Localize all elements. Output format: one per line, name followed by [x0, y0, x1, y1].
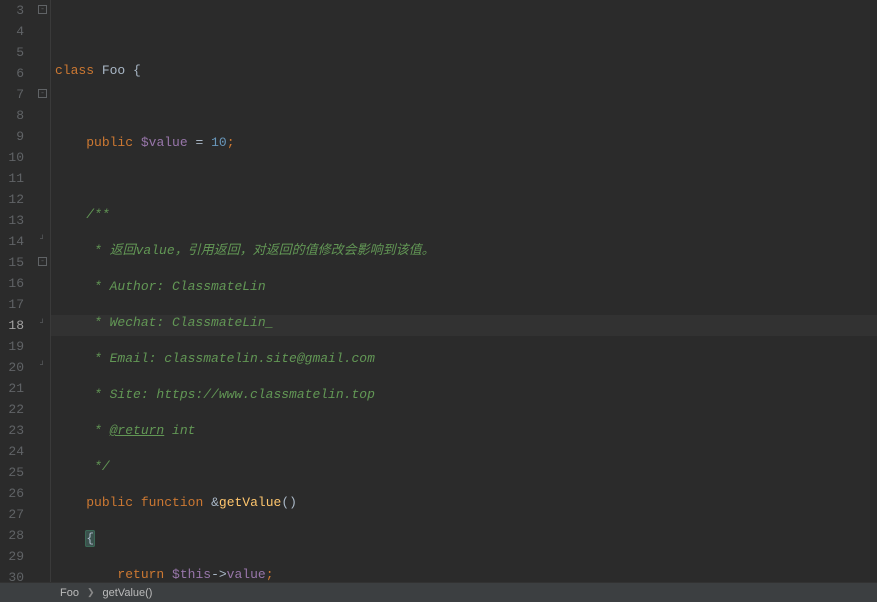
code-line: [55, 96, 877, 117]
code-line: public $value = 10;: [55, 132, 877, 153]
code-line: */: [55, 456, 877, 477]
code-line: * 返回value，引用返回，对返回的值修改会影响到该值。: [55, 240, 877, 261]
fold-end-icon[interactable]: ┘: [38, 362, 47, 371]
line-number: 3: [0, 0, 28, 21]
code-area[interactable]: class Foo { public $value = 10; /** * 返回…: [50, 0, 877, 582]
code-line: /**: [55, 204, 877, 225]
line-number: 17: [0, 294, 28, 315]
code-line: return $this->value;: [55, 564, 877, 585]
fold-gutter: - - ┘ - ┘ ┘: [36, 0, 50, 582]
line-number: 4: [0, 21, 28, 42]
line-number: 9: [0, 126, 28, 147]
line-number: 29: [0, 546, 28, 567]
line-number: 20: [0, 357, 28, 378]
fold-end-icon[interactable]: ┘: [38, 236, 47, 245]
line-number: 24: [0, 441, 28, 462]
code-line: public function &getValue(): [55, 492, 877, 513]
fold-toggle-icon[interactable]: -: [38, 257, 47, 266]
line-number: 16: [0, 273, 28, 294]
code-line: * @return int: [55, 420, 877, 441]
code-line: {: [55, 528, 877, 549]
line-number: 26: [0, 483, 28, 504]
line-number-current: 18: [0, 315, 28, 336]
line-number: 23: [0, 420, 28, 441]
line-number: 8: [0, 105, 28, 126]
line-number: 11: [0, 168, 28, 189]
line-number-gutter: 3 4 5 6 7 8 9 10 11 12 13 14 15 16 17 18…: [0, 0, 36, 582]
code-editor[interactable]: 3 4 5 6 7 8 9 10 11 12 13 14 15 16 17 18…: [0, 0, 877, 582]
code-line: * Wechat: ClassmateLin_: [55, 312, 877, 333]
matching-brace: {: [85, 530, 95, 547]
line-number: 15: [0, 252, 28, 273]
code-line: * Author: ClassmateLin: [55, 276, 877, 297]
code-line: * Site: https://www.classmatelin.top: [55, 384, 877, 405]
fold-toggle-icon[interactable]: -: [38, 89, 47, 98]
fold-end-icon[interactable]: ┘: [38, 320, 47, 329]
line-number: 22: [0, 399, 28, 420]
code-line: class Foo {: [55, 60, 877, 81]
line-number: 10: [0, 147, 28, 168]
line-number: 25: [0, 462, 28, 483]
line-number: 12: [0, 189, 28, 210]
code-line: * Email: classmatelin.site@gmail.com: [55, 348, 877, 369]
line-number: 13: [0, 210, 28, 231]
line-number: 14: [0, 231, 28, 252]
line-number: 5: [0, 42, 28, 63]
code-line: [55, 168, 877, 189]
line-number: 30: [0, 567, 28, 588]
line-number: 7: [0, 84, 28, 105]
line-number: 21: [0, 378, 28, 399]
line-number: 6: [0, 63, 28, 84]
line-number: 19: [0, 336, 28, 357]
line-number: 28: [0, 525, 28, 546]
line-number: 27: [0, 504, 28, 525]
fold-toggle-icon[interactable]: -: [38, 5, 47, 14]
